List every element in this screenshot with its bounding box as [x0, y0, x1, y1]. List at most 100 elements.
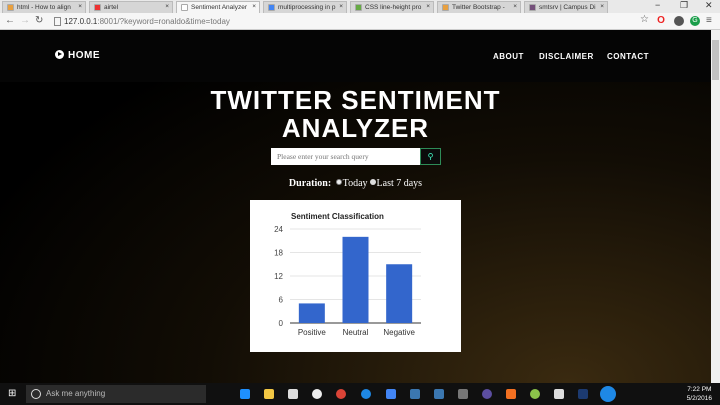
close-tab-icon[interactable]: × [252, 3, 256, 10]
photoshop-icon[interactable] [578, 389, 588, 399]
tab-label: smtsrv | Campus Di [539, 4, 596, 11]
windows-start-icon[interactable]: ⊞ [8, 388, 16, 399]
search-input[interactable] [271, 148, 420, 165]
home-link[interactable]: HOME [55, 50, 100, 61]
y-tick-label: 12 [274, 272, 283, 281]
page: HOME ABOUT DISCLAIMER CONTACT TWITTER SE… [0, 30, 711, 383]
file-icon[interactable] [554, 389, 564, 399]
nav-about[interactable]: ABOUT [493, 52, 524, 61]
clock[interactable]: 7:22 PM 5/2/2016 [687, 385, 712, 403]
browser-tab[interactable]: CSS line-height pro × [350, 1, 434, 13]
browser-tab[interactable]: Twitter Bootstrap - × [437, 1, 521, 13]
maximize-button[interactable]: ❐ [680, 0, 688, 11]
scrollbar-thumb[interactable] [712, 40, 719, 80]
tab-label: Sentiment Analyzer [191, 4, 248, 11]
navbar: HOME ABOUT DISCLAIMER CONTACT [0, 30, 711, 82]
browser-tab[interactable]: multiprocessing in p × [263, 1, 347, 13]
cortana-icon [31, 389, 41, 399]
sentiment-chart: Sentiment Classification 0 6 12 18 24 Positive… [250, 200, 461, 352]
app-icon[interactable] [386, 389, 396, 399]
title-line-1: TWITTER SENTIMENT [210, 85, 501, 115]
browser-tab[interactable]: airtel × [89, 1, 173, 13]
url-path: :8001/?keyword=ronaldo&time=today [97, 17, 230, 26]
favicon-icon [268, 4, 275, 11]
browser-tab[interactable]: Sentiment Analyzer × [176, 1, 260, 13]
bar-negative [386, 264, 413, 323]
edge-icon[interactable] [240, 389, 250, 399]
radio-today[interactable] [335, 179, 342, 185]
app-icon[interactable] [458, 389, 468, 399]
xampp-icon[interactable] [506, 389, 516, 399]
extension-icon[interactable] [674, 16, 684, 26]
taskbar: ⊞ Ask me anything 7:22 PM 5/2/2016 [0, 383, 720, 405]
play-icon [55, 50, 64, 59]
x-tick-label: Neutral [343, 328, 369, 337]
x-tick-label: Positive [298, 328, 327, 337]
url-host: 127.0.0.1 [64, 17, 98, 26]
chrome-icon[interactable] [336, 389, 346, 399]
cortana-placeholder: Ask me anything [46, 389, 106, 398]
y-tick-label: 18 [274, 249, 283, 258]
python-icon[interactable] [410, 389, 420, 399]
cortana-search[interactable]: Ask me anything [26, 385, 206, 403]
duration-label: Duration: [288, 178, 332, 189]
url-input[interactable]: 127.0.0.1:8001/?keyword=ronaldo&time=tod… [52, 15, 652, 28]
close-tab-icon[interactable]: × [78, 3, 82, 10]
chart-title: Sentiment Classification [291, 212, 384, 221]
tab-label: Twitter Bootstrap - [452, 4, 505, 11]
y-tick-label: 6 [279, 296, 284, 305]
y-tick-label: 0 [279, 319, 284, 328]
search-icon: ⚲ [427, 152, 434, 161]
favicon-icon [181, 4, 188, 11]
favicon-icon [529, 4, 536, 11]
nav-disclaimer[interactable]: DISCLAIMER [539, 52, 594, 61]
help-icon[interactable] [600, 386, 616, 402]
tab-label: CSS line-height pro [365, 4, 422, 11]
hp-icon[interactable] [312, 389, 322, 399]
y-tick-label: 24 [274, 225, 283, 234]
tab-label: multiprocessing in p [278, 4, 336, 11]
search-button[interactable]: ⚲ [420, 148, 441, 165]
reload-icon[interactable]: ↻ [35, 15, 43, 26]
clock-time: 7:22 PM [687, 386, 712, 393]
chart-svg: Sentiment Classification 0 6 12 18 24 Positive… [274, 212, 421, 337]
option-today-label[interactable]: Today [343, 178, 368, 189]
favicon-icon [7, 4, 14, 11]
android-icon[interactable] [530, 389, 540, 399]
tab-strip: html - How to align × airtel × Sentiment Ana… [0, 0, 720, 13]
nav-contact[interactable]: CONTACT [607, 52, 649, 61]
python-icon[interactable] [434, 389, 444, 399]
close-tab-icon[interactable]: × [600, 3, 604, 10]
eclipse-icon[interactable] [482, 389, 492, 399]
close-tab-icon[interactable]: × [513, 3, 517, 10]
forward-icon[interactable]: → [20, 15, 30, 26]
page-icon [54, 17, 61, 26]
browser-tab[interactable]: smtsrv | Campus Di × [524, 1, 608, 13]
bookmark-star-icon[interactable]: ☆ [640, 14, 649, 25]
favicon-icon [355, 4, 362, 11]
bar-positive [298, 303, 325, 323]
explorer-icon[interactable] [264, 389, 274, 399]
close-tab-icon[interactable]: × [426, 3, 430, 10]
option-last7-label[interactable]: Last 7 days [377, 178, 423, 189]
close-tab-icon[interactable]: × [339, 3, 343, 10]
grammarly-icon[interactable]: G [690, 16, 700, 26]
close-window-button[interactable]: ✕ [705, 0, 713, 11]
app-icon[interactable] [361, 389, 371, 399]
minimize-button[interactable]: − [655, 0, 660, 10]
tab-label: airtel [104, 4, 119, 11]
home-label: HOME [68, 50, 100, 61]
scrollbar[interactable] [711, 30, 720, 383]
favicon-icon [94, 4, 101, 11]
title-line-2: ANALYZER [281, 113, 430, 143]
x-tick-label: Negative [383, 328, 415, 337]
menu-icon[interactable]: ≡ [706, 15, 712, 26]
radio-last-7-days[interactable] [369, 179, 376, 185]
opera-icon[interactable]: O [656, 16, 666, 26]
close-tab-icon[interactable]: × [165, 3, 169, 10]
browser-tab[interactable]: html - How to align × [2, 1, 86, 13]
back-icon[interactable]: ← [5, 15, 15, 26]
favicon-icon [442, 4, 449, 11]
store-icon[interactable] [288, 389, 298, 399]
page-title: TWITTER SENTIMENT ANALYZER [0, 86, 711, 142]
